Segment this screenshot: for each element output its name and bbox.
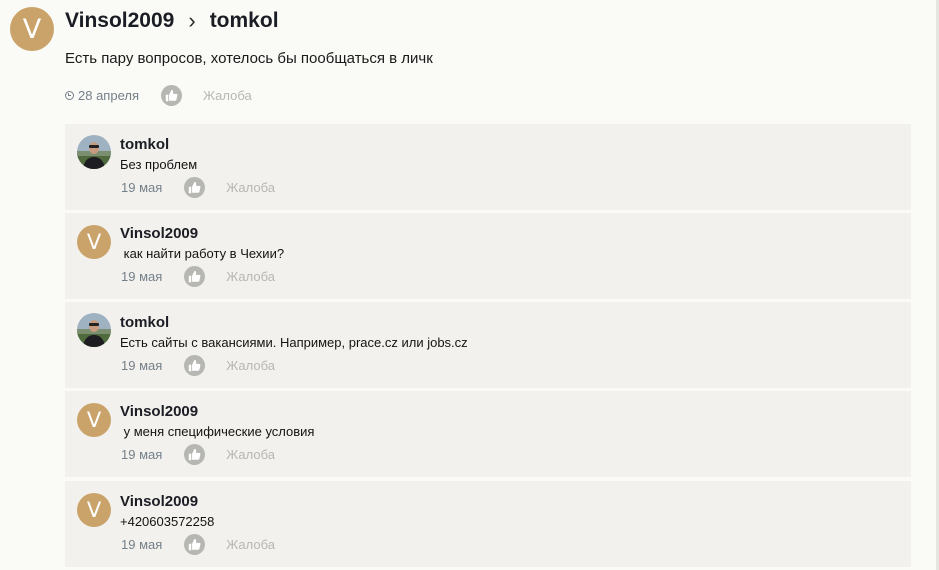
comment-date: 19 мая [121,447,163,462]
comment-date: 19 мая [121,269,163,284]
like-button[interactable] [184,177,206,198]
user-photo [77,135,111,169]
clock-icon [65,91,74,100]
comment-author[interactable]: Vinsol2009 [120,225,198,242]
comment-date: 19 мая [121,180,163,195]
like-button[interactable] [184,534,206,555]
complain-link[interactable]: Жалоба [226,537,275,552]
comment-text: Без проблем [120,157,198,172]
comment-item: V Vinsol2009 как найти работу в Чехии? 1… [65,213,911,299]
complain-link[interactable]: Жалоба [226,447,275,462]
comment-item: tomkol Есть сайты с вакансиями. Например… [65,302,911,388]
conversation-header: Vinsol2009 › tomkol [65,8,279,34]
thumbs-up-icon [189,181,201,194]
comment-date: 19 мая [121,537,163,552]
comment-item: V Vinsol2009 у меня специфические услови… [65,391,911,477]
thumbs-up-icon [189,270,201,283]
comment-date: 19 мая [121,358,163,373]
like-button[interactable] [184,266,206,287]
comment-author[interactable]: Vinsol2009 [120,493,198,510]
comment-meta: 19 мая Жалоба [121,177,275,198]
thumbs-up-icon [189,538,201,551]
author-avatar[interactable]: V [77,403,111,437]
comment-text: у меня специфические условия [120,424,315,439]
comment-meta: 19 мая Жалоба [121,444,275,465]
post-meta: 28 апреля Жалоба [65,85,252,106]
thumbs-up-icon [189,448,201,461]
comment-text: +420603572258 [120,514,215,529]
comment-meta: 19 мая Жалоба [121,266,275,287]
like-button[interactable] [161,85,182,106]
comment-author[interactable]: tomkol [120,314,169,331]
user-photo [77,313,111,347]
comment-meta: 19 мая Жалоба [121,534,275,555]
comment-text: как найти работу в Чехии? [120,246,285,261]
comment-meta: 19 мая Жалоба [121,355,275,376]
comment-author[interactable]: tomkol [120,136,169,153]
post-text: Есть пару вопросов, хотелось бы пообщать… [65,50,433,67]
post-date-text: 28 апреля [78,88,139,103]
recipient-name-link[interactable]: tomkol [210,9,279,33]
user-photo-avatar[interactable] [77,135,111,169]
comment-author[interactable]: Vinsol2009 [120,403,198,420]
author-avatar[interactable]: V [10,7,54,51]
thumbs-up-icon [189,359,201,372]
complain-link[interactable]: Жалоба [226,180,275,195]
post-date: 28 апреля [65,88,139,103]
complain-link[interactable]: Жалоба [226,358,275,373]
author-avatar[interactable]: V [77,225,111,259]
comment-item: V Vinsol2009 +420603572258 19 мая Жалоба [65,481,911,567]
complain-link[interactable]: Жалоба [226,269,275,284]
user-photo-avatar[interactable] [77,313,111,347]
complain-link[interactable]: Жалоба [203,88,252,103]
chevron-right-icon: › [188,8,196,33]
thumbs-up-icon [165,89,178,102]
like-button[interactable] [184,444,206,465]
comment-text: Есть сайты с вакансиями. Например, prace… [120,335,468,350]
comment-item: tomkol Без проблем 19 мая Жалоба [65,124,911,210]
author-avatar[interactable]: V [77,493,111,527]
like-button[interactable] [184,355,206,376]
author-name-link[interactable]: Vinsol2009 [65,9,174,33]
